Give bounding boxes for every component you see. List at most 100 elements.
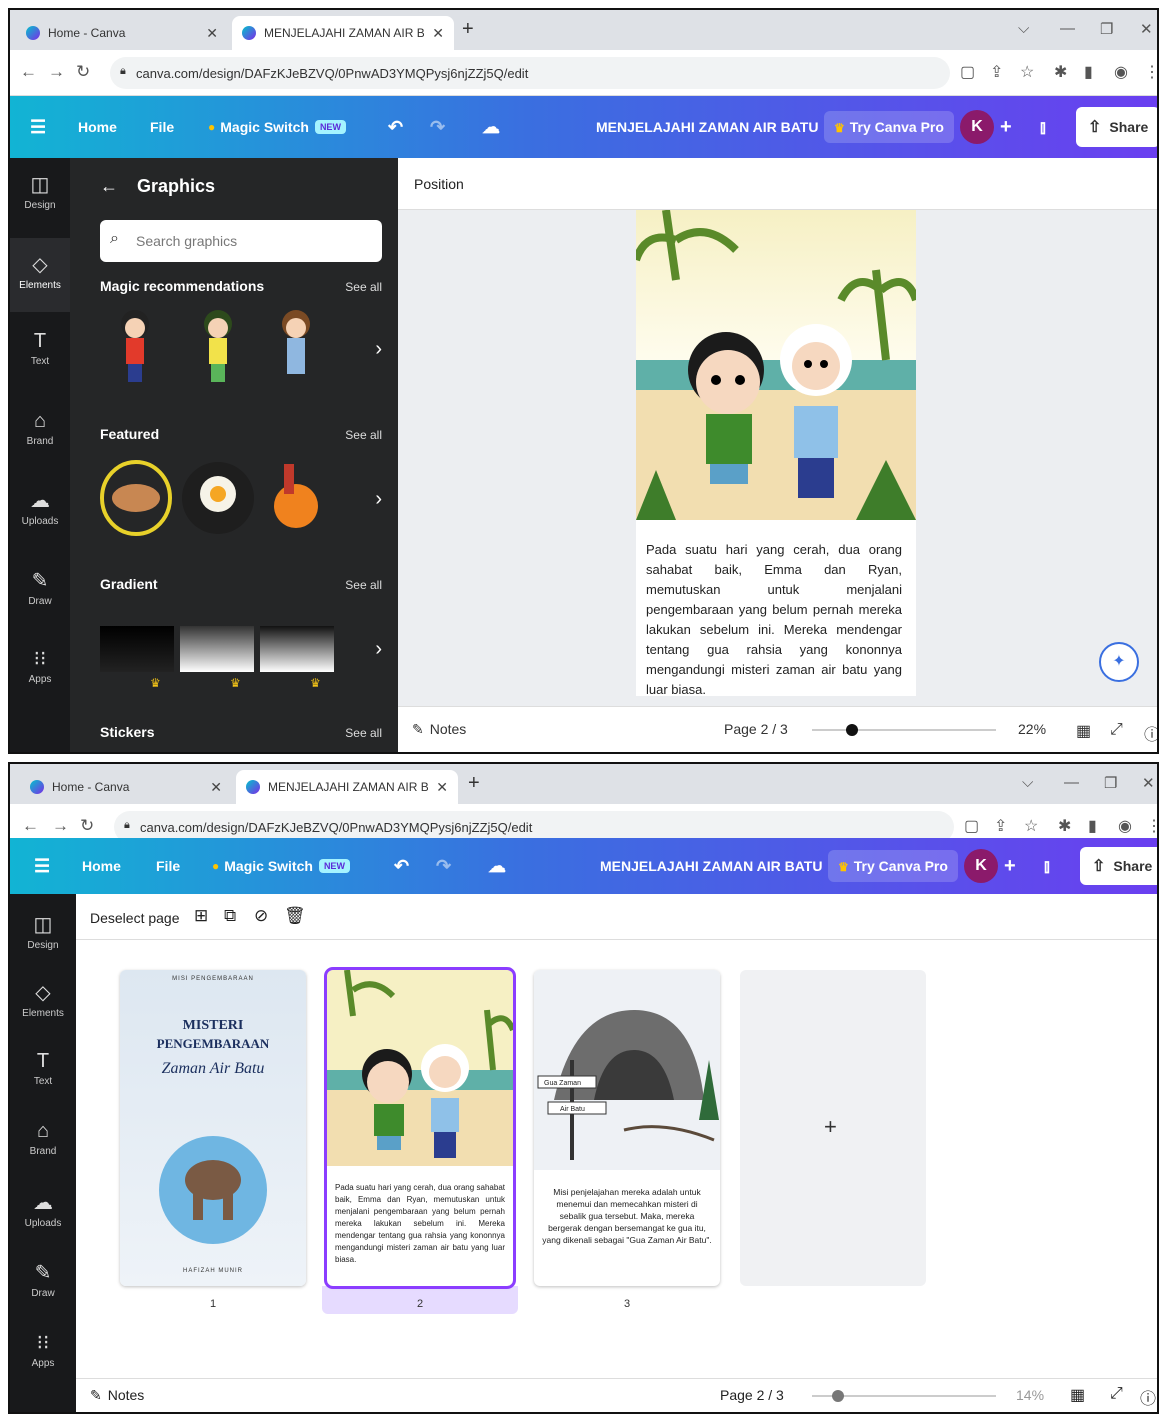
duplicate-page-icon[interactable]: ⧉ — [224, 906, 236, 926]
forward-icon[interactable]: → — [48, 62, 65, 82]
try-canva-pro-button[interactable]: ♛ Try Canva Pro — [828, 838, 958, 894]
avatar[interactable]: K — [964, 849, 998, 883]
zoom-slider-handle[interactable] — [831, 1390, 844, 1402]
restore-icon[interactable]: ❐ — [1100, 20, 1113, 38]
rail-design[interactable]: ◫ Design — [10, 912, 76, 951]
add-page-icon[interactable]: ⊞ — [194, 906, 208, 926]
add-collaborator-icon[interactable]: + — [1004, 838, 1016, 894]
tab-design[interactable]: MENJELAJAHI ZAMAN AIR BATU ✕ — [232, 16, 454, 50]
document-title[interactable]: MENJELAJAHI ZAMAN AIR BATU — [596, 96, 818, 158]
undo-icon[interactable]: ↶ — [394, 838, 409, 894]
rail-elements[interactable]: ◇ Elements — [10, 980, 76, 1019]
undo-icon[interactable]: ↶ — [388, 96, 403, 158]
minimize-icon[interactable]: — — [1060, 20, 1075, 37]
forward-icon[interactable]: → — [52, 816, 69, 836]
notes-button[interactable]: ✎ Notes — [412, 721, 466, 738]
zoom-slider[interactable] — [812, 1390, 996, 1402]
back-icon[interactable]: ← — [22, 816, 39, 836]
tab-design[interactable]: MENJELAJAHI ZAMAN AIR BATU ✕ — [236, 770, 458, 804]
page-thumbnail-2[interactable]: Pada suatu hari yang cerah, dua orang sa… — [324, 967, 516, 1289]
magic-assistant-icon[interactable]: ✦ — [1099, 642, 1139, 682]
reload-icon[interactable]: ↻ — [80, 816, 94, 836]
new-tab-icon[interactable]: + — [468, 772, 480, 795]
close-tab-icon[interactable]: ✕ — [210, 779, 222, 796]
extensions-icon[interactable]: ✱ — [1054, 62, 1067, 82]
close-tab-icon[interactable]: ✕ — [436, 779, 448, 796]
tab-home-canva[interactable]: Home - Canva ✕ — [16, 16, 228, 50]
add-page-card[interactable]: + — [740, 970, 926, 1286]
sidepanel-icon[interactable]: ▮ — [1088, 816, 1097, 836]
rail-text[interactable]: T Text — [10, 1050, 76, 1087]
page-indicator[interactable]: Page 2 / 3 — [724, 721, 788, 737]
close-window-icon[interactable]: ✕ — [1140, 20, 1153, 38]
cloud-saved-icon[interactable]: ☁ — [488, 838, 506, 894]
chevron-right-icon[interactable]: › — [375, 338, 382, 361]
position-button[interactable]: Position — [414, 176, 464, 192]
page-indicator[interactable]: Page 2 / 3 — [720, 1387, 784, 1403]
rail-draw[interactable]: ✎ Draw — [10, 568, 70, 607]
fullscreen-icon[interactable]: ⤢ — [1110, 1385, 1123, 1403]
rail-text[interactable]: T Text — [10, 330, 70, 367]
chevron-right-icon[interactable]: › — [375, 638, 382, 661]
minimize-icon[interactable]: — — [1064, 774, 1079, 791]
home-button[interactable]: Home — [82, 838, 121, 894]
see-all-link[interactable]: See all — [345, 578, 382, 592]
see-all-link[interactable]: See all — [345, 726, 382, 740]
chevron-right-icon[interactable]: › — [375, 488, 382, 511]
rail-apps[interactable]: ⁝⁝ Apps — [10, 646, 70, 685]
rail-draw[interactable]: ✎ Draw — [10, 1260, 76, 1299]
zoom-level[interactable]: 22% — [1018, 721, 1046, 737]
hide-page-icon[interactable]: ⊘ — [254, 906, 268, 926]
share-page-icon[interactable]: ⇪ — [994, 816, 1007, 836]
clipboard-icon[interactable]: ▢ — [964, 816, 979, 836]
restore-icon[interactable]: ❐ — [1104, 774, 1117, 792]
grid-view-icon[interactable]: ▦ — [1070, 1385, 1085, 1405]
deselect-page-button[interactable]: Deselect page — [90, 910, 180, 926]
insights-icon[interactable]: ⫾ — [1044, 838, 1050, 894]
fullscreen-icon[interactable]: ⤢ — [1110, 721, 1123, 739]
notes-button[interactable]: ✎ Notes — [90, 1387, 144, 1404]
reload-icon[interactable]: ↻ — [76, 62, 90, 82]
zoom-slider-handle[interactable] — [846, 724, 859, 736]
page-thumbnail-1[interactable]: MISI PENGEMBARAAN MISTERI PENGEMBARAAN Z… — [120, 970, 306, 1286]
clipboard-icon[interactable]: ▢ — [960, 62, 975, 82]
magic-switch-button[interactable]: ● Magic Switch NEW — [212, 838, 350, 894]
magic-switch-button[interactable]: ● Magic Switch NEW — [208, 96, 346, 158]
avatar[interactable]: K — [960, 110, 994, 144]
close-tab-icon[interactable]: ✕ — [432, 25, 444, 42]
rail-elements[interactable]: ◇ Elements — [10, 238, 70, 312]
rail-uploads[interactable]: ☁ Uploads — [10, 488, 70, 527]
magic-recommendations-thumbnails[interactable] — [100, 304, 382, 394]
add-collaborator-icon[interactable]: + — [1000, 96, 1012, 158]
menu-dots-icon[interactable]: ⋮ — [1144, 62, 1157, 82]
document-title[interactable]: MENJELAJAHI ZAMAN AIR BATU — [600, 838, 822, 894]
page-thumbnail-3[interactable]: Gua Zaman Air Batu Misi penjelajahan mer… — [534, 970, 720, 1286]
rail-brand[interactable]: ⌂ Brand — [10, 410, 70, 447]
chevron-down-icon[interactable]: ⌵ — [1022, 774, 1033, 791]
share-button[interactable]: ⇧ Share — [1076, 107, 1157, 147]
tab-home-canva[interactable]: Home - Canva ✕ — [20, 770, 232, 804]
gradient-thumbnails[interactable]: ♛ ♛ ♛ — [100, 626, 382, 716]
insights-icon[interactable]: ⫾ — [1040, 96, 1046, 158]
help-icon[interactable]: ⓘ — [1144, 721, 1157, 745]
cloud-saved-icon[interactable]: ☁ — [482, 96, 500, 158]
search-graphics-input[interactable]: ⌕ Search graphics — [100, 220, 382, 262]
close-window-icon[interactable]: ✕ — [1142, 774, 1155, 792]
profile-icon[interactable]: ◉ — [1114, 62, 1128, 82]
extensions-icon[interactable]: ✱ — [1058, 816, 1071, 836]
zoom-slider[interactable] — [812, 724, 996, 736]
bookmark-star-icon[interactable]: ☆ — [1020, 62, 1034, 82]
grid-view-icon[interactable]: ▦ — [1076, 721, 1091, 741]
menu-dots-icon[interactable]: ⋮ — [1146, 816, 1157, 836]
design-page-2[interactable]: Pada suatu hari yang cerah, dua orang sa… — [636, 210, 916, 696]
delete-page-icon[interactable]: 🗑︎ — [284, 906, 306, 926]
sidepanel-icon[interactable]: ▮ — [1084, 62, 1093, 82]
help-icon[interactable]: ⓘ — [1140, 1385, 1156, 1409]
close-tab-icon[interactable]: ✕ — [206, 25, 218, 42]
redo-icon[interactable]: ↷ — [436, 838, 451, 894]
share-button[interactable]: ⇧ Share — [1080, 847, 1157, 885]
hamburger-menu-icon[interactable]: ☰ — [34, 838, 50, 894]
zoom-level[interactable]: 14% — [1016, 1387, 1044, 1403]
home-button[interactable]: Home — [78, 96, 117, 158]
file-menu[interactable]: File — [150, 96, 174, 158]
